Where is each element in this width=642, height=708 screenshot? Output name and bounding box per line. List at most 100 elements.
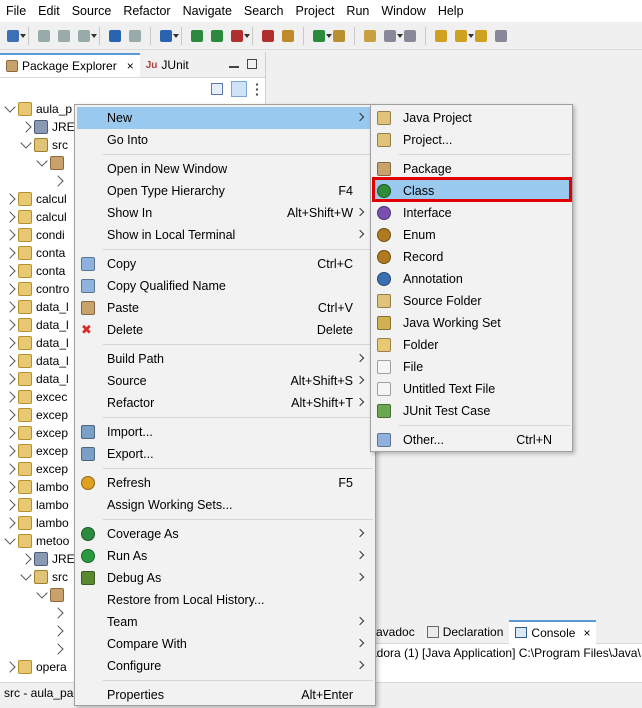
toolbar-button[interactable]: [75, 27, 97, 45]
menu-item-other[interactable]: Other... Ctrl+N: [373, 429, 570, 451]
menu-item-annotation[interactable]: Annotation: [373, 268, 570, 290]
menu-item-import[interactable]: Import...: [77, 421, 373, 443]
tree-item[interactable]: condi: [4, 226, 65, 244]
tree-item[interactable]: data_l: [4, 298, 69, 316]
chevron-right-icon[interactable]: [52, 175, 64, 187]
console-body[interactable]: [370, 662, 642, 682]
chevron-right-icon[interactable]: [20, 121, 32, 133]
tree-item[interactable]: [36, 586, 64, 604]
menu-item-delete[interactable]: ✖ Delete Delete: [77, 319, 373, 341]
menu-item-assign-working-sets[interactable]: Assign Working Sets...: [77, 494, 373, 516]
menu-item-restore-from-local-history[interactable]: Restore from Local History...: [77, 589, 373, 611]
chevron-right-icon[interactable]: [4, 337, 16, 349]
dropdown-arrow-icon[interactable]: [244, 33, 250, 38]
toolbar-button[interactable]: [157, 27, 179, 45]
toolbar-button[interactable]: [381, 27, 403, 45]
chevron-right-icon[interactable]: [4, 373, 16, 385]
tab-junit[interactable]: Ju JUnit: [140, 53, 195, 77]
chevron-right-icon[interactable]: [4, 265, 16, 277]
menu-item-debug-as[interactable]: Debug As: [77, 567, 373, 589]
tree-item[interactable]: excec: [4, 388, 67, 406]
chevron-right-icon[interactable]: [4, 247, 16, 259]
menu-item-coverage-as[interactable]: Coverage As: [77, 523, 373, 545]
chevron-down-icon[interactable]: [20, 137, 32, 149]
menu-item-run-as[interactable]: Run As: [77, 545, 373, 567]
tree-item[interactable]: data_l: [4, 334, 69, 352]
toolbar-button[interactable]: [106, 27, 124, 45]
tree-item[interactable]: excep: [4, 460, 68, 478]
toolbar-button[interactable]: [330, 27, 348, 45]
chevron-right-icon[interactable]: [4, 517, 16, 529]
menu-item-untitled-text-file[interactable]: Untitled Text File: [373, 378, 570, 400]
menu-item-configure[interactable]: Configure: [77, 655, 373, 677]
menu-file[interactable]: File: [0, 0, 32, 22]
link-with-editor-icon[interactable]: [231, 81, 247, 97]
tree-item[interactable]: [52, 640, 64, 658]
tree-item[interactable]: metoo: [4, 532, 69, 550]
tree-item[interactable]: calcul: [4, 190, 67, 208]
tab-declaration[interactable]: Declaration: [421, 620, 510, 644]
menu-item-team[interactable]: Team: [77, 611, 373, 633]
chevron-right-icon[interactable]: [4, 445, 16, 457]
tree-item[interactable]: src: [20, 136, 68, 154]
toolbar-button[interactable]: [310, 27, 332, 45]
tree-item[interactable]: data_l: [4, 352, 69, 370]
toolbar-button[interactable]: [188, 27, 206, 45]
menu-item-build-path[interactable]: Build Path: [77, 348, 373, 370]
tab-javadoc[interactable]: avadoc: [370, 620, 421, 644]
menu-item-interface[interactable]: Interface: [373, 202, 570, 224]
chevron-right-icon[interactable]: [4, 211, 16, 223]
menu-item-folder[interactable]: Folder: [373, 334, 570, 356]
view-menu-icon[interactable]: [255, 82, 259, 96]
chevron-right-icon[interactable]: [4, 409, 16, 421]
menu-help[interactable]: Help: [432, 0, 470, 22]
menu-item-copy-qualified-name[interactable]: Copy Qualified Name: [77, 275, 373, 297]
minimize-icon[interactable]: [229, 66, 239, 68]
menu-item-export[interactable]: Export...: [77, 443, 373, 465]
menu-item-paste[interactable]: Paste Ctrl+V: [77, 297, 373, 319]
chevron-right-icon[interactable]: [52, 607, 64, 619]
tab-console[interactable]: Console ×: [509, 619, 597, 644]
menu-item-copy[interactable]: Copy Ctrl+C: [77, 253, 373, 275]
tree-item[interactable]: aula_p: [4, 100, 72, 118]
toolbar-button[interactable]: [432, 27, 450, 45]
close-icon[interactable]: ×: [583, 626, 590, 640]
menu-item-compare-with[interactable]: Compare With: [77, 633, 373, 655]
menu-item-go-into[interactable]: Go Into: [77, 129, 373, 151]
chevron-down-icon[interactable]: [36, 587, 48, 599]
chevron-right-icon[interactable]: [4, 319, 16, 331]
dropdown-arrow-icon[interactable]: [20, 33, 26, 38]
chevron-right-icon[interactable]: [4, 283, 16, 295]
tree-item[interactable]: lambo: [4, 496, 69, 514]
menu-item-enum[interactable]: Enum: [373, 224, 570, 246]
menu-item-file[interactable]: File: [373, 356, 570, 378]
menu-item-new[interactable]: New: [77, 107, 373, 129]
chevron-right-icon[interactable]: [4, 229, 16, 241]
chevron-right-icon[interactable]: [4, 661, 16, 673]
toolbar-button[interactable]: [126, 27, 144, 45]
dropdown-arrow-icon[interactable]: [173, 33, 179, 38]
menu-source[interactable]: Source: [66, 0, 118, 22]
tree-item[interactable]: [36, 154, 64, 172]
chevron-down-icon[interactable]: [4, 533, 16, 545]
toolbar-button[interactable]: [228, 27, 250, 45]
tree-item[interactable]: data_l: [4, 316, 69, 334]
tree-item[interactable]: JRE: [20, 550, 75, 568]
chevron-right-icon[interactable]: [4, 391, 16, 403]
toolbar-button[interactable]: [472, 27, 490, 45]
menu-item-show-in-local-terminal[interactable]: Show in Local Terminal: [77, 224, 373, 246]
chevron-right-icon[interactable]: [20, 553, 32, 565]
tree-item[interactable]: excep: [4, 424, 68, 442]
menu-item-source-folder[interactable]: Source Folder: [373, 290, 570, 312]
menu-window[interactable]: Window: [375, 0, 431, 22]
tree-item[interactable]: conta: [4, 244, 65, 262]
menu-item-junit-test-case[interactable]: JUnit Test Case: [373, 400, 570, 422]
menu-project[interactable]: Project: [290, 0, 341, 22]
chevron-right-icon[interactable]: [4, 355, 16, 367]
chevron-right-icon[interactable]: [4, 301, 16, 313]
menu-item-refactor[interactable]: Refactor Alt+Shift+T: [77, 392, 373, 414]
chevron-right-icon[interactable]: [52, 625, 64, 637]
menu-item-project[interactable]: Project...: [373, 129, 570, 151]
menu-navigate[interactable]: Navigate: [177, 0, 238, 22]
menu-run[interactable]: Run: [340, 0, 375, 22]
